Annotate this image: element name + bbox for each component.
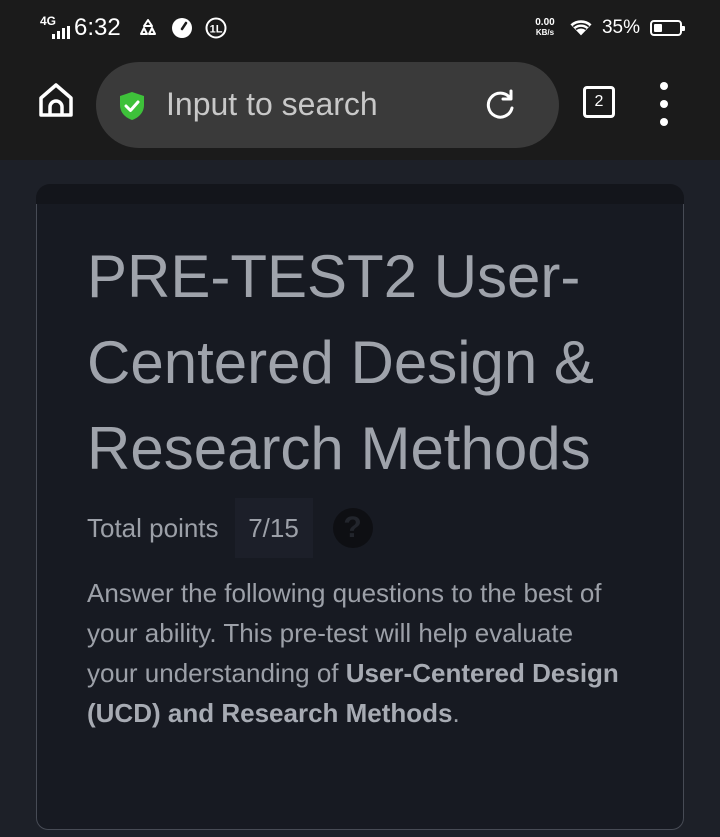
question-mark-icon[interactable]: ? [332,508,373,548]
shield-check-icon [120,92,144,120]
battery-percent: 35% [601,17,640,38]
wifi-icon [570,17,592,39]
browser-toolbar: Input to search 2 [0,58,720,160]
svg-text:1L: 1L [209,24,222,36]
form-header-strip [36,184,684,206]
status-bar: 4G 6:32 1L 0.00 KB/s 35% [0,0,720,58]
battery-icon [650,20,685,36]
home-button[interactable] [36,80,76,120]
more-vert-icon[interactable] [652,82,676,126]
recycle-icon [137,17,159,39]
total-points-label: Total points [87,512,219,543]
total-points-row: Total points 7/15 ? [87,498,373,558]
search-input[interactable]: Input to search [166,86,378,123]
form-header-card: PRE-TEST2 User-Centered Design & Researc… [36,204,684,830]
form-title: PRE-TEST2 User-Centered Design & Researc… [87,243,594,482]
cellular-signal-icon: 4G [40,14,74,42]
one-l-icon: 1L [205,17,227,39]
network-speed: 0.00 KB/s [535,17,555,38]
home-icon [39,83,73,117]
tab-count: 2 [594,93,604,110]
speedometer-icon [171,17,193,39]
tabs-button[interactable]: 2 [583,86,615,118]
total-points-value: 7/15 [234,498,313,558]
form-description: Answer the following questions to the be… [87,578,619,728]
search-bar[interactable]: Input to search [96,62,559,148]
reload-icon[interactable] [482,88,518,124]
page-content: PRE-TEST2 User-Centered Design & Researc… [0,160,720,837]
clock: 6:32 [74,14,121,41]
